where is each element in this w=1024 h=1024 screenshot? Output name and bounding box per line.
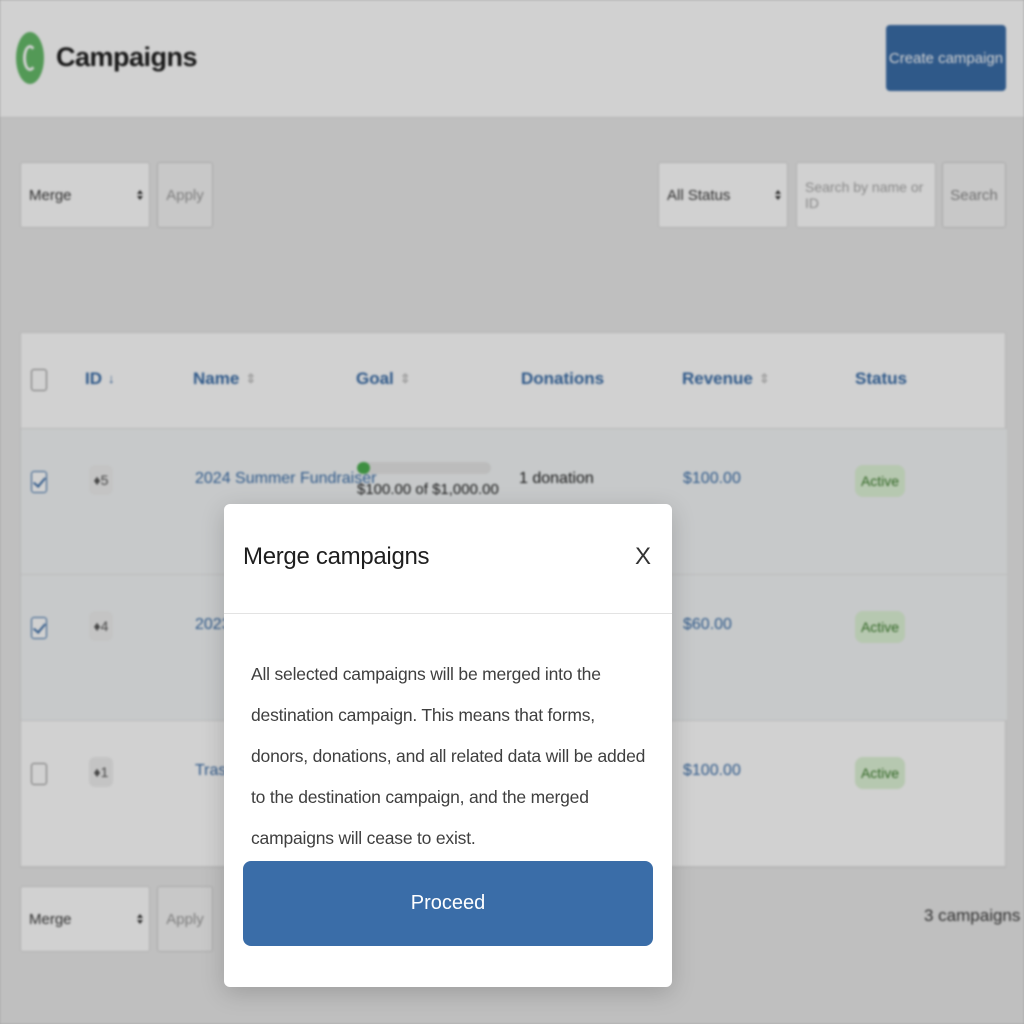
close-icon[interactable]: X — [630, 542, 656, 572]
modal-title: Merge campaigns — [243, 543, 430, 570]
proceed-button[interactable]: Proceed — [243, 861, 653, 946]
merge-campaigns-modal: Merge campaigns X All selected campaigns… — [224, 504, 672, 987]
modal-header: Merge campaigns X — [224, 504, 672, 614]
modal-description: All selected campaigns will be merged in… — [251, 664, 646, 848]
